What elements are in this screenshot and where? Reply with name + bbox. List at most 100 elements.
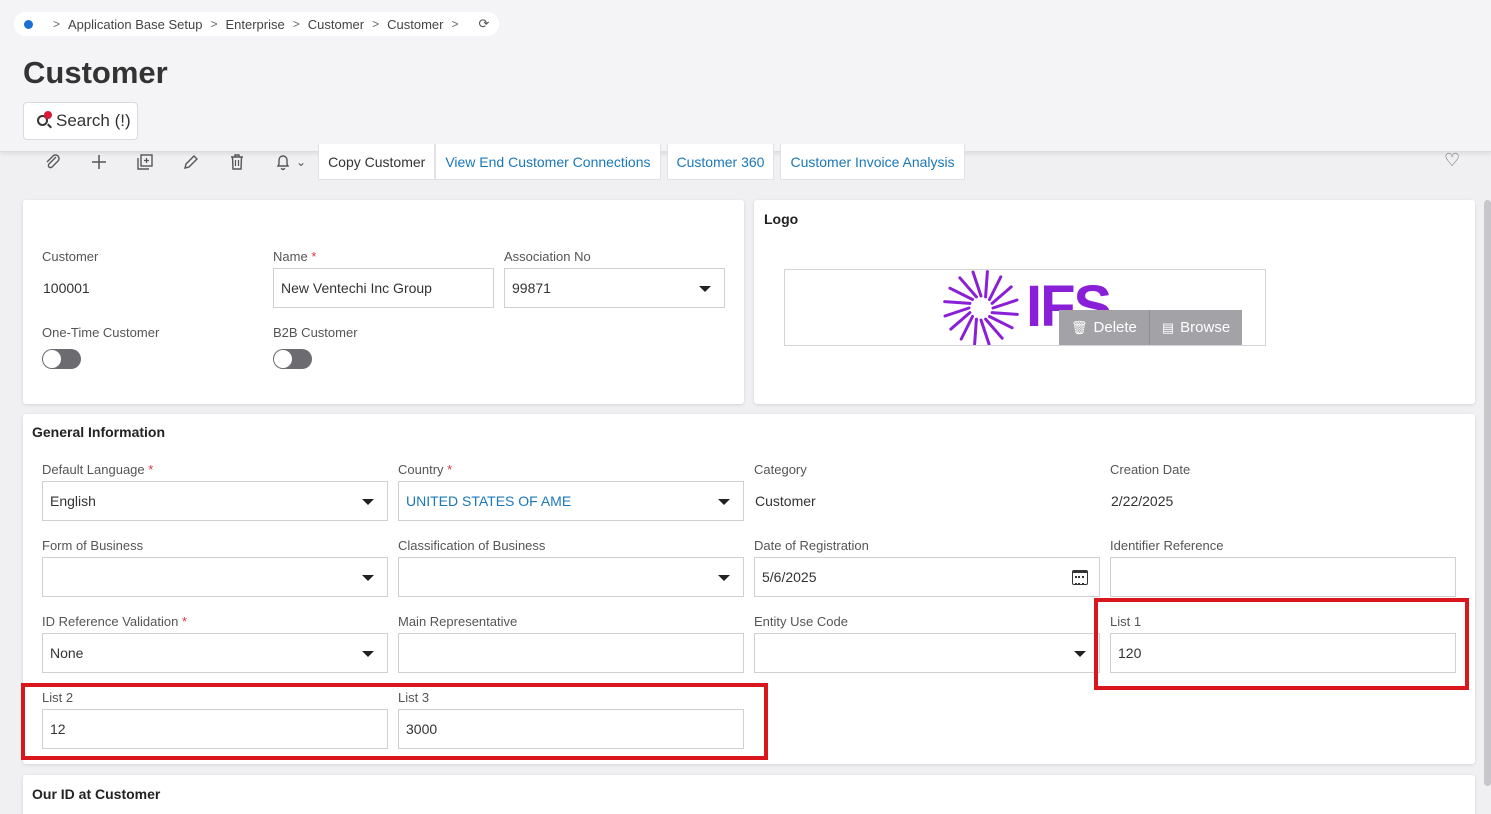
dropdown-arrow-icon	[362, 575, 374, 581]
logo-image-area: IFS 🗑 Delete ▤ Browse	[784, 269, 1266, 346]
search-button[interactable]: Search (!)	[23, 102, 138, 140]
id-reference-validation-select[interactable]: None	[42, 633, 388, 673]
pencil-icon[interactable]	[168, 144, 214, 180]
country-value: UNITED STATES OF AME	[406, 493, 572, 509]
our-id-at-customer-card: Our ID at Customer	[23, 775, 1475, 814]
calendar-icon[interactable]	[1072, 570, 1088, 585]
heart-icon[interactable]: ♡	[1444, 150, 1460, 171]
highlight-box-list-1	[1094, 598, 1469, 690]
name-input-value: New Ventechi Inc Group	[281, 280, 432, 296]
page-header: > Application Base Setup > Enterprise > …	[0, 0, 1491, 152]
name-label: Name *	[273, 249, 316, 264]
breadcrumb-separator: >	[292, 17, 300, 31]
logo-card: Logo IFS 🗑 Delete ▤ Browse	[754, 200, 1475, 404]
classification-of-business-select[interactable]	[398, 557, 744, 597]
breadcrumb-separator: >	[53, 17, 61, 31]
creation-date-label: Creation Date	[1110, 462, 1191, 477]
identifier-reference-label: Identifier Reference	[1110, 538, 1224, 553]
id-reference-validation-label-text: ID Reference Validation	[42, 614, 179, 629]
page-title: Customer	[23, 55, 168, 90]
default-language-label-text: Default Language	[42, 462, 145, 477]
main-representative-input[interactable]	[398, 633, 744, 673]
notification-dot	[44, 111, 52, 119]
dropdown-arrow-icon	[699, 286, 711, 292]
customer-value: 100001	[43, 280, 90, 296]
b2b-customer-label: B2B Customer	[273, 325, 358, 340]
required-marker: *	[181, 614, 188, 629]
vertical-scrollbar[interactable]	[1484, 200, 1491, 786]
main-representative-label: Main Representative	[398, 614, 518, 629]
name-input[interactable]: New Ventechi Inc Group	[273, 268, 494, 308]
refresh-icon[interactable]: ⟳	[478, 16, 489, 32]
breadcrumb: > Application Base Setup > Enterprise > …	[14, 12, 500, 36]
form-of-business-select[interactable]	[42, 557, 388, 597]
date-of-registration-value: 5/6/2025	[762, 569, 817, 585]
logo-card-title: Logo	[764, 211, 799, 227]
search-icon	[36, 111, 52, 129]
required-marker: *	[447, 462, 453, 477]
country-select[interactable]: UNITED STATES OF AME	[398, 481, 744, 521]
breadcrumb-item-customer[interactable]: Customer	[308, 17, 364, 32]
one-time-customer-label: One-Time Customer	[42, 325, 160, 340]
ifs-burst-logo	[943, 270, 1019, 345]
required-marker: *	[311, 249, 317, 264]
association-no-label: Association No	[504, 249, 591, 264]
one-time-customer-toggle[interactable]	[42, 349, 81, 369]
copy-customer-button[interactable]: Copy Customer	[318, 144, 436, 180]
country-label: Country *	[398, 462, 452, 477]
trash-icon[interactable]	[214, 144, 260, 180]
browse-logo-button[interactable]: ▤ Browse	[1148, 310, 1243, 345]
association-no-value: 99871	[512, 280, 551, 296]
search-button-label: Search (!)	[56, 111, 131, 130]
association-no-select[interactable]: 99871	[504, 268, 725, 308]
dropdown-arrow-icon	[718, 575, 730, 581]
entity-use-code-select[interactable]	[754, 633, 1100, 673]
delete-logo-button[interactable]: 🗑 Delete	[1059, 310, 1149, 345]
home-dot-icon[interactable]	[24, 19, 33, 29]
logo-actions: 🗑 Delete ▤ Browse	[1059, 310, 1243, 345]
dropdown-arrow-icon	[362, 651, 374, 657]
customer-header-card: Customer 100001 Name * New Ventechi Inc …	[23, 200, 744, 404]
required-marker: *	[148, 462, 154, 477]
breadcrumb-separator: >	[210, 17, 218, 31]
general-information-title: General Information	[32, 424, 166, 440]
customer-label: Customer	[42, 249, 99, 264]
form-of-business-label: Form of Business	[42, 538, 144, 553]
date-of-registration-input[interactable]: 5/6/2025	[754, 557, 1100, 597]
breadcrumb-item-enterprise[interactable]: Enterprise	[225, 17, 284, 32]
category-value: Customer	[755, 493, 816, 509]
dropdown-arrow-icon	[362, 499, 374, 505]
view-end-customer-connections-button[interactable]: View End Customer Connections	[435, 144, 661, 180]
default-language-select[interactable]: English	[42, 481, 388, 521]
plus-icon[interactable]	[76, 144, 122, 180]
id-reference-validation-value: None	[50, 645, 84, 661]
customer-360-button[interactable]: Customer 360	[666, 144, 775, 180]
dropdown-arrow-icon	[718, 499, 730, 505]
breadcrumb-item-customer-current[interactable]: Customer	[387, 17, 443, 32]
paperclip-icon[interactable]	[30, 144, 76, 180]
default-language-value: English	[50, 493, 96, 509]
our-id-at-customer-title: Our ID at Customer	[32, 786, 161, 802]
dropdown-arrow-icon	[1074, 651, 1086, 657]
duplicate-icon[interactable]	[122, 144, 168, 180]
default-language-label: Default Language *	[42, 462, 153, 477]
customer-invoice-analysis-button[interactable]: Customer Invoice Analysis	[780, 144, 965, 180]
identifier-reference-input[interactable]	[1110, 557, 1456, 597]
command-toolbar: ⌄ Copy Customer View End Customer Connec…	[30, 144, 971, 180]
breadcrumb-separator: >	[451, 17, 459, 31]
trash-icon: 🗑	[1071, 319, 1088, 335]
name-label-text: Name	[273, 249, 308, 264]
id-reference-validation-label: ID Reference Validation *	[42, 614, 187, 629]
folder-icon: ▤	[1161, 319, 1175, 335]
b2b-customer-toggle[interactable]	[273, 349, 312, 369]
classification-of-business-label: Classification of Business	[398, 538, 546, 553]
chevron-down-icon[interactable]: ⌄	[296, 155, 306, 169]
creation-date-value: 2/22/2025	[1111, 493, 1174, 509]
breadcrumb-item-application-base-setup[interactable]: Application Base Setup	[68, 17, 202, 32]
category-label: Category	[754, 462, 807, 477]
browse-logo-label: Browse	[1180, 319, 1231, 336]
entity-use-code-label: Entity Use Code	[754, 614, 848, 629]
delete-logo-label: Delete	[1093, 319, 1137, 336]
country-label-text: Country	[398, 462, 444, 477]
breadcrumb-separator: >	[372, 17, 380, 31]
